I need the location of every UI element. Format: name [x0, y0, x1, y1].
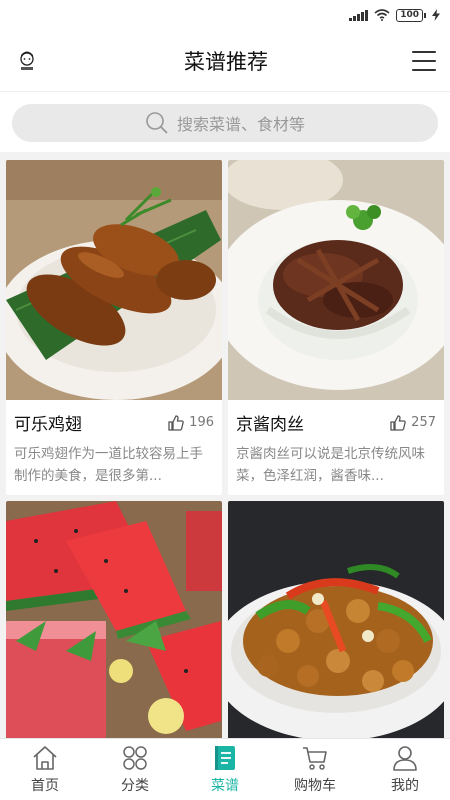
nav-label: 我的	[391, 778, 419, 794]
nav-item-category[interactable]: 分类	[90, 739, 180, 800]
recipe-grid: 可乐鸡翅 196 可乐鸡翅作为一道比较容易上手制作的美食，是很多第... 京酱肉…	[0, 152, 450, 741]
nav-item-recipes[interactable]: 菜谱	[180, 739, 270, 800]
nav-label: 首页	[31, 778, 59, 794]
like-count[interactable]: 196	[168, 414, 214, 431]
nav-item-cart[interactable]: 购物车	[270, 739, 360, 800]
battery-level: 100	[396, 8, 423, 22]
recipe-description: 京酱肉丝可以说是北京传统风味菜，色泽红润，酱香味...	[236, 446, 425, 484]
like-count[interactable]: 257	[390, 414, 436, 431]
search-placeholder: 搜索菜谱、食材等	[176, 115, 305, 134]
category-icon	[123, 746, 147, 770]
thumbs-up-icon	[390, 414, 406, 431]
home-icon	[33, 746, 57, 770]
nav-item-profile[interactable]: 我的	[360, 739, 450, 800]
recipe-image	[228, 160, 444, 400]
thumbs-up-icon	[168, 414, 184, 431]
recipe-card[interactable]: 京酱肉丝 257 京酱肉丝可以说是北京传统风味菜，色泽红润，酱香味...	[228, 160, 444, 495]
recipe-info: 可乐鸡翅 196 可乐鸡翅作为一道比较容易上手制作的美食，是很多第...	[6, 400, 222, 495]
bottom-nav: 首页 分类 菜谱 购物车 我的	[0, 738, 450, 800]
user-icon	[393, 746, 417, 771]
recipe-image	[6, 501, 222, 741]
app-root: 100 菜谱推荐 搜索菜谱、食材等 可乐鸡翅 196 可乐鸡翅作为一道比较容易上…	[0, 0, 450, 800]
signal-icon	[349, 9, 369, 21]
like-number: 257	[411, 415, 436, 430]
recipe-card[interactable]	[228, 501, 444, 741]
avatar[interactable]	[14, 47, 40, 74]
recipe-book-icon	[215, 746, 235, 770]
recipe-title: 可乐鸡翅	[14, 415, 82, 435]
cart-icon	[303, 747, 327, 770]
recipe-info: 京酱肉丝 257 京酱肉丝可以说是北京传统风味菜，色泽红润，酱香味...	[228, 400, 444, 495]
header: 菜谱推荐	[0, 30, 450, 92]
wifi-icon	[374, 9, 390, 21]
search-bar: 搜索菜谱、食材等	[0, 92, 450, 152]
menu-icon	[412, 50, 436, 53]
status-bar: 100	[0, 0, 450, 30]
charging-icon	[432, 9, 440, 21]
recipe-image	[228, 501, 444, 741]
search-icon	[146, 112, 168, 134]
recipe-description: 可乐鸡翅作为一道比较容易上手制作的美食，是很多第...	[14, 446, 203, 484]
menu-button[interactable]	[412, 50, 436, 71]
recipe-card[interactable]: 可乐鸡翅 196 可乐鸡翅作为一道比较容易上手制作的美食，是很多第...	[6, 160, 222, 495]
recipe-title: 京酱肉丝	[236, 415, 304, 435]
nav-label: 购物车	[294, 778, 336, 794]
nav-label: 分类	[121, 778, 149, 794]
like-number: 196	[189, 415, 214, 430]
recipe-image	[6, 160, 222, 400]
avatar-icon	[20, 51, 34, 70]
search-input[interactable]: 搜索菜谱、食材等	[12, 104, 438, 142]
page-title: 菜谱推荐	[184, 49, 268, 74]
nav-label: 菜谱	[211, 778, 239, 794]
nav-item-home[interactable]: 首页	[0, 739, 90, 800]
recipe-card[interactable]	[6, 501, 222, 741]
battery-icon: 100	[396, 8, 426, 22]
